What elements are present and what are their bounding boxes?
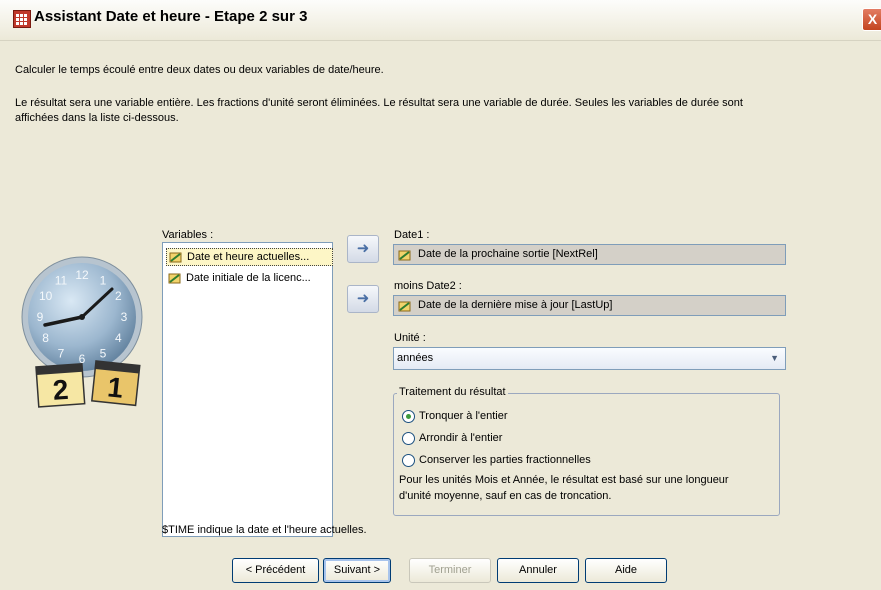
move-to-date2-button[interactable]: ➜ <box>347 285 379 313</box>
previous-button[interactable]: < Précédent <box>232 558 319 583</box>
date2-value: Date de la dernière mise à jour [LastUp] <box>418 299 613 311</box>
next-button[interactable]: Suivant > <box>323 558 391 583</box>
spreadsheet-icon <box>13 10 31 28</box>
variable-item-current-datetime[interactable]: Date et heure actuelles... <box>166 248 333 266</box>
clock-number: 10 <box>39 289 53 303</box>
move-to-date1-button[interactable]: ➜ <box>347 235 379 263</box>
description-line-1: Calculer le temps écoulé entre deux date… <box>15 64 384 76</box>
description-line-3: affichées dans la liste ci-dessous. <box>15 112 179 124</box>
calendar-right-digit: 1 <box>106 371 125 403</box>
truncate-radio[interactable] <box>402 410 415 423</box>
clock-number: 8 <box>42 331 49 345</box>
unit-label: Unité : <box>394 332 426 344</box>
result-group-title: Traitement du résultat <box>397 386 508 398</box>
chevron-down-icon: ▼ <box>770 353 779 363</box>
arrow-right-icon: ➜ <box>356 290 370 307</box>
variables-note: $TIME indique la date et l'heure actuell… <box>162 524 367 536</box>
result-note-line-1: Pour les unités Mois et Année, le résult… <box>399 474 729 486</box>
clock-number: 9 <box>37 310 44 324</box>
clock-number: 3 <box>121 310 128 324</box>
clock-number: 4 <box>115 331 122 345</box>
calendar-left-digit: 2 <box>52 374 70 406</box>
date-variable-icon <box>169 252 182 263</box>
close-button[interactable]: X <box>862 8 881 31</box>
unit-dropdown[interactable]: années ▼ <box>393 347 786 370</box>
clock-number: 11 <box>55 274 68 288</box>
clock-number: 12 <box>75 268 89 282</box>
date2-field[interactable]: Date de la dernière mise à jour [LastUp] <box>393 295 786 316</box>
date-variable-icon <box>398 301 411 312</box>
date-variable-icon <box>168 273 181 284</box>
keep-fraction-label[interactable]: Conserver les parties fractionnelles <box>419 454 591 466</box>
clock-calendar-illustration: 12 1234567891011 2 1 <box>21 256 143 408</box>
date1-field[interactable]: Date de la prochaine sortie [NextRel] <box>393 244 786 265</box>
keep-fraction-radio[interactable] <box>402 454 415 467</box>
clock-number: 2 <box>115 289 122 303</box>
title-bar: Assistant Date et heure - Etape 2 sur 3 … <box>0 0 881 41</box>
variable-item-license-start[interactable]: Date initiale de la licenc... <box>166 270 331 286</box>
clock-number: 5 <box>100 346 107 360</box>
date1-value: Date de la prochaine sortie [NextRel] <box>418 248 598 260</box>
help-button[interactable]: Aide <box>585 558 667 583</box>
finish-button[interactable]: Terminer <box>409 558 491 583</box>
arrow-right-icon: ➜ <box>356 240 370 257</box>
date-variable-icon <box>398 250 411 261</box>
variable-item-label: Date initiale de la licenc... <box>186 272 311 284</box>
date1-label: Date1 : <box>394 229 430 241</box>
unit-value: années <box>397 352 434 364</box>
date2-label: moins Date2 : <box>394 280 462 292</box>
description-line-2: Le résultat sera une variable entière. L… <box>15 97 743 109</box>
variable-item-label: Date et heure actuelles... <box>187 251 310 263</box>
variables-list[interactable]: Date et heure actuelles... Date initiale… <box>162 242 333 537</box>
variables-label: Variables : <box>162 229 214 241</box>
round-label[interactable]: Arrondir à l'entier <box>419 432 502 444</box>
window-title: Assistant Date et heure - Etape 2 sur 3 <box>34 8 308 25</box>
cancel-button[interactable]: Annuler <box>497 558 579 583</box>
clock-number: 7 <box>58 346 65 360</box>
result-note-line-2: d'unité moyenne, sauf en cas de troncati… <box>399 490 612 502</box>
round-radio[interactable] <box>402 432 415 445</box>
truncate-label[interactable]: Tronquer à l'entier <box>419 410 508 422</box>
clock-number: 1 <box>100 274 107 288</box>
